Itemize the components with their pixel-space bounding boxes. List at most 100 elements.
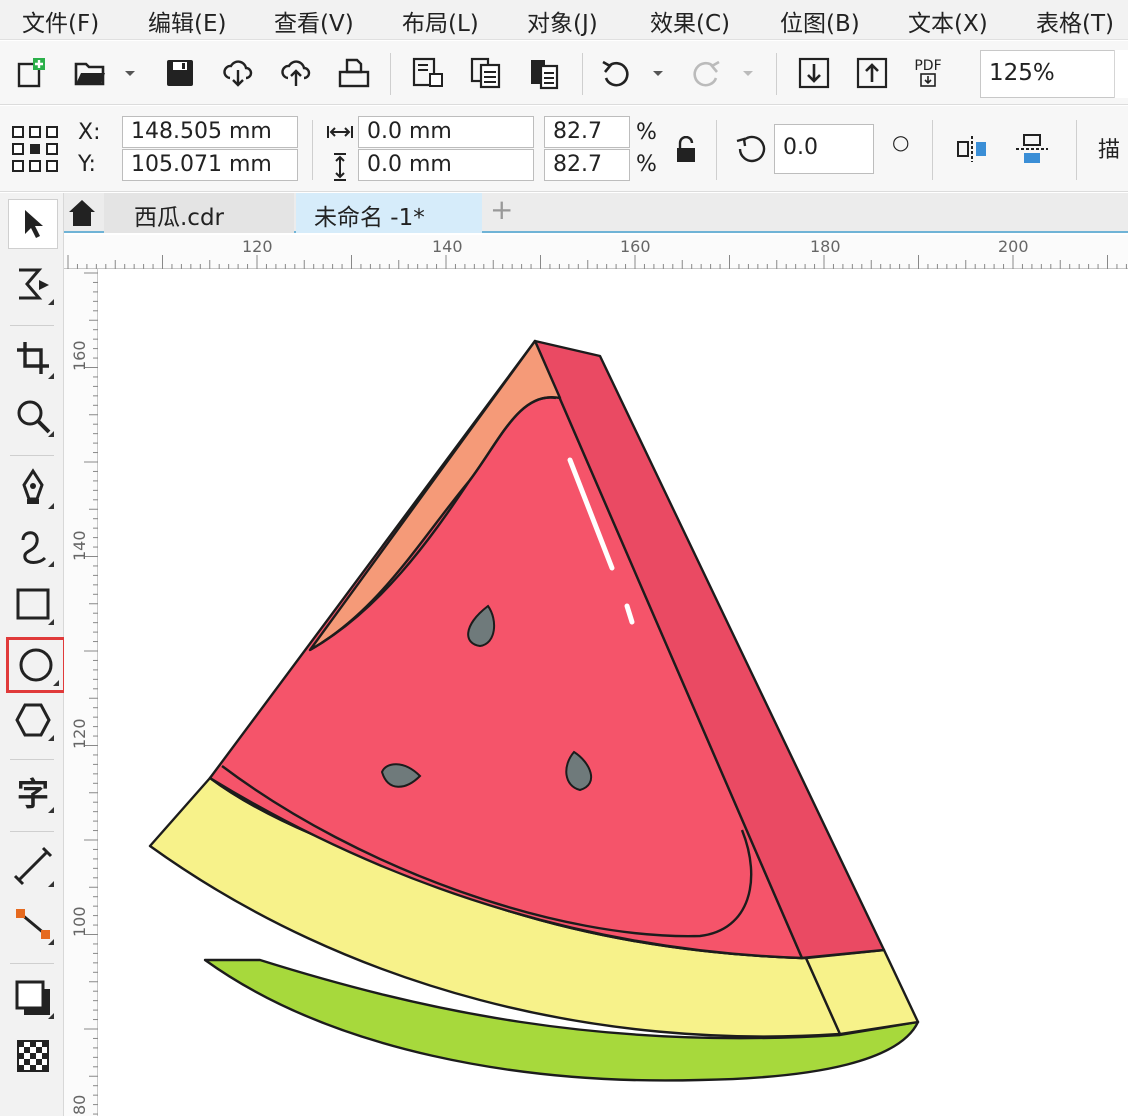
rectangle-icon bbox=[16, 588, 50, 620]
publish-pdf-icon[interactable]: PDF bbox=[910, 55, 946, 91]
menu-layout[interactable]: 布局(L) bbox=[402, 4, 479, 38]
ruler-h-140: 140 bbox=[432, 237, 463, 256]
drop-shadow-icon bbox=[15, 980, 50, 1015]
drop-shadow-tool[interactable] bbox=[8, 973, 58, 1023]
y-position-field[interactable]: 105.071 mm bbox=[122, 149, 298, 181]
shape-tool[interactable] bbox=[8, 259, 58, 309]
zoom-dropdown-button[interactable] bbox=[1114, 50, 1128, 98]
pdf-label: PDF bbox=[914, 58, 942, 74]
new-tab-button[interactable]: + bbox=[490, 193, 520, 233]
ruler-ticks-vertical bbox=[84, 272, 98, 1115]
height-field[interactable]: 0.0 mm bbox=[358, 149, 534, 181]
width-field[interactable]: 0.0 mm bbox=[358, 116, 534, 148]
property-bar: X: Y: 148.505 mm 105.071 mm 0.0 mm 0.0 m… bbox=[0, 106, 1128, 192]
save-icon[interactable] bbox=[162, 55, 198, 91]
pen-nib-icon bbox=[22, 468, 44, 504]
tab-untitled[interactable]: 未命名 -1* bbox=[296, 193, 482, 233]
import-icon[interactable] bbox=[410, 55, 446, 91]
home-icon[interactable] bbox=[66, 197, 98, 229]
menu-edit[interactable]: 编辑(E) bbox=[148, 4, 226, 38]
x-position-field[interactable]: 148.505 mm bbox=[122, 116, 298, 148]
ruler-h-180: 180 bbox=[810, 237, 841, 256]
drawing-canvas[interactable] bbox=[99, 270, 1128, 1116]
crop-tool[interactable] bbox=[8, 333, 58, 383]
rotation-icon bbox=[736, 135, 766, 163]
mirror-vertical-icon[interactable] bbox=[1014, 132, 1050, 166]
crop-icon bbox=[17, 342, 49, 374]
connector-tool[interactable] bbox=[8, 899, 58, 949]
rotation-angle-field[interactable]: 0.0 bbox=[774, 124, 874, 174]
menu-object[interactable]: 对象(J) bbox=[527, 4, 598, 38]
copy-paste-icon[interactable] bbox=[526, 55, 562, 91]
menu-effects[interactable]: 效果(C) bbox=[650, 4, 730, 38]
reference-point-icon[interactable] bbox=[10, 124, 60, 174]
new-document-icon[interactable] bbox=[14, 55, 50, 91]
lock-ratio-icon[interactable] bbox=[674, 136, 698, 164]
ruler-v-160: 160 bbox=[70, 340, 89, 371]
shape-edit-icon bbox=[19, 268, 49, 300]
rectangle-tool[interactable] bbox=[8, 579, 58, 629]
horizontal-ruler[interactable]: 120 140 160 180 200 bbox=[64, 235, 1128, 269]
vertical-ruler[interactable]: 160 140 120 100 80 bbox=[64, 269, 98, 1116]
cloud-upload-icon[interactable] bbox=[278, 55, 314, 91]
ruler-h-160: 160 bbox=[620, 237, 651, 256]
mirror-horizontal-icon[interactable] bbox=[954, 134, 990, 164]
standard-toolbar: PDF bbox=[0, 41, 1128, 105]
menu-table[interactable]: 表格(T) bbox=[1036, 4, 1114, 38]
pen-tool[interactable] bbox=[8, 463, 58, 513]
tab-watermelon[interactable]: 西瓜.cdr bbox=[104, 193, 294, 233]
ellipse-tool[interactable] bbox=[6, 637, 66, 693]
text-tool[interactable]: 字 bbox=[8, 767, 58, 817]
zoom-level-field[interactable]: 125% bbox=[980, 50, 1116, 98]
toolbox: 字 bbox=[0, 193, 66, 1116]
menu-bitmaps[interactable]: 位图(B) bbox=[780, 4, 860, 38]
hexagon-icon bbox=[15, 703, 51, 737]
open-folder-icon[interactable] bbox=[72, 55, 108, 91]
degree-symbol: ○ bbox=[892, 130, 910, 154]
menu-view[interactable]: 查看(V) bbox=[274, 4, 354, 38]
magnifier-icon bbox=[17, 400, 51, 434]
ellipse-icon bbox=[19, 648, 53, 682]
menu-file[interactable]: 文件(F) bbox=[22, 4, 99, 38]
width-icon bbox=[327, 126, 353, 138]
menu-bar: 文件(F) 编辑(E) 查看(V) 布局(L) 对象(J) 效果(C) 位图(B… bbox=[0, 0, 1128, 40]
pointer-icon bbox=[25, 210, 43, 238]
open-dropdown-icon[interactable] bbox=[122, 63, 138, 83]
polygon-tool[interactable] bbox=[8, 695, 58, 745]
ruler-v-80: 80 bbox=[70, 1094, 89, 1115]
dimension-tool[interactable] bbox=[8, 841, 58, 891]
redo-icon[interactable] bbox=[688, 55, 724, 91]
cloud-download-icon[interactable] bbox=[220, 55, 256, 91]
ruler-h-200: 200 bbox=[998, 237, 1029, 256]
watermelon-drawing bbox=[148, 339, 920, 1082]
transparency-tool[interactable] bbox=[8, 1031, 58, 1081]
dimension-line-icon bbox=[13, 846, 53, 886]
document-tab-bar: 西瓜.cdr 未命名 -1* + bbox=[64, 193, 1128, 233]
y-label: Y: bbox=[78, 152, 96, 177]
scale-y-percent: % bbox=[636, 152, 657, 177]
undo-icon[interactable] bbox=[598, 55, 634, 91]
freehand-tool[interactable] bbox=[8, 521, 58, 571]
height-icon bbox=[334, 153, 346, 181]
text-tool-glyph: 字 bbox=[16, 775, 49, 813]
freehand-curve-icon bbox=[21, 531, 47, 564]
menu-text[interactable]: 文本(X) bbox=[908, 4, 988, 38]
ruler-v-120: 120 bbox=[70, 718, 89, 749]
connector-icon bbox=[16, 909, 50, 939]
pick-tool[interactable] bbox=[8, 199, 58, 249]
import-arrow-icon[interactable] bbox=[796, 55, 832, 91]
scale-x-field[interactable]: 82.7 bbox=[544, 116, 630, 148]
more-properties-label[interactable]: 描 bbox=[1098, 132, 1120, 164]
scale-y-field[interactable]: 82.7 bbox=[544, 149, 630, 181]
scale-x-percent: % bbox=[636, 120, 657, 145]
ruler-h-120: 120 bbox=[242, 237, 273, 256]
export-arrow-icon[interactable] bbox=[854, 55, 890, 91]
redo-dropdown-icon[interactable] bbox=[740, 63, 756, 83]
ruler-v-100: 100 bbox=[70, 906, 89, 937]
zoom-tool[interactable] bbox=[8, 391, 58, 441]
transparency-checker-icon bbox=[17, 1040, 49, 1072]
print-icon[interactable] bbox=[336, 55, 372, 91]
x-label: X: bbox=[78, 120, 101, 145]
undo-dropdown-icon[interactable] bbox=[650, 63, 666, 83]
export-icon[interactable] bbox=[468, 55, 504, 91]
